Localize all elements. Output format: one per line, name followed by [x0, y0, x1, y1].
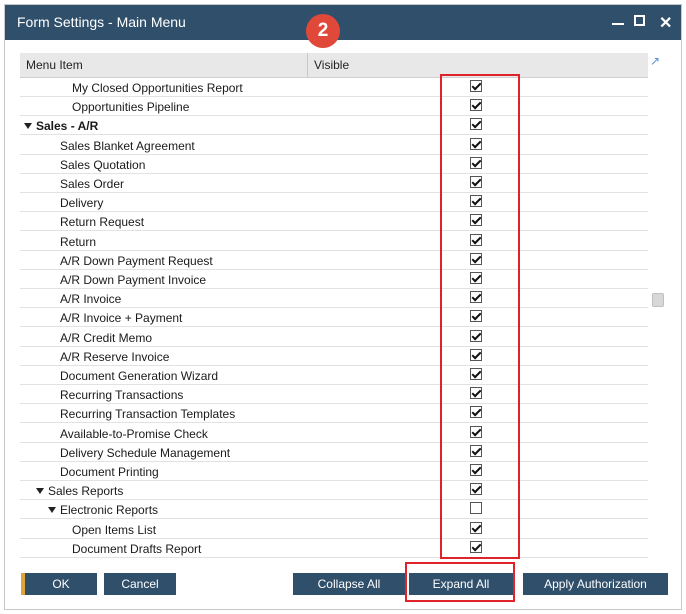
ok-button[interactable]: OK — [25, 573, 97, 595]
menu-item-label: Sales Order — [60, 177, 125, 191]
table-row[interactable]: Return — [20, 232, 648, 251]
table-row[interactable]: My Closed Opportunities Report — [20, 78, 648, 97]
title-bar[interactable]: Form Settings - Main Menu ✕ — [5, 5, 681, 40]
maximize-icon[interactable] — [634, 15, 645, 26]
cancel-button[interactable]: Cancel — [104, 573, 176, 595]
minimize-icon[interactable] — [612, 23, 624, 25]
scrollbar-thumb[interactable] — [652, 293, 664, 307]
menu-item-label: Sales Blanket Agreement — [60, 138, 195, 153]
menu-item-label: Recurring Transactions — [60, 388, 184, 403]
menu-item-label: Recurring Transaction Templates — [60, 407, 236, 422]
column-header-visible[interactable]: Visible — [314, 58, 349, 72]
table-row[interactable]: A/R Down Payment Invoice — [20, 270, 648, 289]
menu-item-label: A/R Down Payment Invoice — [60, 273, 207, 287]
menu-item-label: Opportunities Pipeline — [72, 100, 190, 115]
table-row[interactable]: A/R Invoice + Payment — [20, 308, 648, 328]
table-row[interactable]: Electronic Reports — [20, 500, 648, 520]
table-row[interactable]: Sales Blanket Agreement — [20, 136, 648, 155]
table-row[interactable]: Return Request — [20, 212, 648, 232]
table-row[interactable]: Delivery Schedule Management — [20, 443, 648, 462]
table-row[interactable]: Opportunities Pipeline — [20, 97, 648, 117]
table-row[interactable]: Document Printing — [20, 462, 648, 481]
form-settings-window: Form Settings - Main Menu ✕ 2 Menu Item … — [4, 4, 682, 610]
visible-column-highlight — [440, 74, 520, 559]
table-row[interactable]: Document Generation Wizard — [20, 366, 648, 385]
table-row[interactable]: A/R Reserve Invoice — [20, 347, 648, 366]
table-row[interactable]: Document Drafts Report — [20, 539, 648, 558]
menu-item-label: Return Request — [60, 215, 145, 230]
menu-item-label: Open Items List — [72, 522, 157, 537]
expand-toggle-icon[interactable] — [48, 507, 56, 514]
expand-all-highlight — [405, 562, 515, 602]
step-badge: 2 — [306, 14, 340, 48]
menu-item-label: A/R Credit Memo — [60, 330, 153, 345]
menu-item-label: A/R Invoice — [60, 292, 122, 307]
menu-item-label: Electronic Reports — [60, 503, 159, 518]
column-header-menu-item[interactable]: Menu Item — [26, 58, 83, 72]
menu-item-label: A/R Down Payment Request — [60, 253, 213, 268]
menu-item-label: A/R Reserve Invoice — [60, 349, 170, 364]
menu-item-label: My Closed Opportunities Report — [72, 81, 243, 95]
close-icon[interactable]: ✕ — [659, 13, 672, 33]
table-row[interactable]: Available-to-Promise Check — [20, 424, 648, 443]
table-row[interactable]: Sales Quotation — [20, 155, 648, 174]
menu-item-label: Delivery — [60, 196, 104, 211]
menu-item-label: Sales Reports — [48, 484, 124, 499]
menu-item-label: Available-to-Promise Check — [60, 426, 208, 441]
apply-authorization-button[interactable]: Apply Authorization — [523, 573, 668, 595]
table-row[interactable]: Sales Order — [20, 174, 648, 193]
menu-item-label: A/R Invoice + Payment — [60, 311, 183, 326]
menu-item-label: Document Printing — [60, 465, 159, 479]
expand-toggle-icon[interactable] — [36, 488, 44, 495]
menu-item-label: Document Generation Wizard — [60, 369, 219, 383]
table-row[interactable]: A/R Credit Memo — [20, 328, 648, 347]
menu-item-label: Sales - A/R — [36, 119, 99, 134]
column-divider — [307, 53, 308, 77]
menu-item-label: Delivery Schedule Management — [60, 445, 231, 460]
table-row[interactable]: Open Items List — [20, 520, 648, 539]
collapse-all-button[interactable]: Collapse All — [293, 573, 405, 595]
table-row[interactable]: A/R Down Payment Request — [20, 251, 648, 270]
window-title: Form Settings - Main Menu — [17, 14, 186, 30]
expand-toggle-icon[interactable] — [24, 123, 32, 130]
menu-item-label: Return — [60, 234, 97, 249]
table-row[interactable]: Delivery — [20, 193, 648, 213]
table-row[interactable]: Sales - A/R — [20, 116, 648, 136]
menu-item-label: Document Drafts Report — [72, 541, 202, 556]
table-row[interactable]: Recurring Transaction Templates — [20, 404, 648, 424]
table-row[interactable]: Recurring Transactions — [20, 385, 648, 405]
table-row[interactable]: Sales Reports — [20, 481, 648, 501]
menu-item-label: Sales Quotation — [60, 157, 146, 172]
table-row[interactable]: A/R Invoice — [20, 289, 648, 309]
expand-grid-icon[interactable]: ↗ — [650, 54, 661, 68]
grid-header: Menu Item Visible — [20, 53, 648, 78]
menu-item-grid: Menu Item Visible My Closed Opportunitie… — [20, 53, 648, 561]
